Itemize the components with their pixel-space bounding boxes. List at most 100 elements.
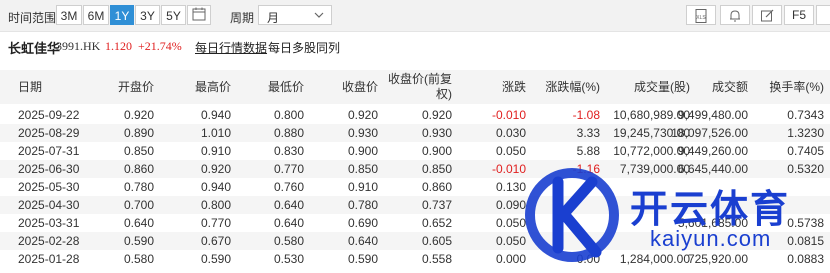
cell-high: 0.940 <box>200 108 231 122</box>
cell-turnover: 1.3230 <box>787 126 824 140</box>
cell-turnover: 0.0883 <box>787 252 824 266</box>
multi-compare-link[interactable]: 每日多股同列 <box>268 39 340 56</box>
cell-amount: 6,645,440.00 <box>677 162 748 176</box>
cell-change: -0.010 <box>491 108 526 122</box>
cell-amount: 9,499,480.00 <box>677 108 748 122</box>
col-change[interactable]: 涨跌 <box>502 80 526 95</box>
cell-open: 0.700 <box>123 198 154 212</box>
cell-turnover: 0.7405 <box>787 144 824 158</box>
range-3y-button[interactable]: 3Y <box>135 5 160 25</box>
cell-amount: 9,449,260.00 <box>677 144 748 158</box>
cell-volume: 1,284,000.00 <box>619 252 690 266</box>
table-row[interactable]: 2025-07-31 0.850 0.910 0.830 0.900 0.900… <box>0 142 830 160</box>
cell-close: 0.690 <box>347 216 378 230</box>
col-adj-close[interactable]: 收盘价(前复 权) <box>388 72 452 102</box>
col-open[interactable]: 开盘价 <box>118 80 154 95</box>
toolbar: 时间范围 3M 6M 1Y 3Y 5Y 周期 月 XLS F5 <box>0 0 830 32</box>
cell-high: 1.010 <box>200 126 231 140</box>
cell-adj: 0.652 <box>421 216 452 230</box>
table-row[interactable]: 2025-04-30 0.700 0.800 0.640 0.780 0.737… <box>0 196 830 214</box>
cell-low: 0.530 <box>273 252 304 266</box>
cell-open: 0.780 <box>123 180 154 194</box>
cell-low: 0.770 <box>273 162 304 176</box>
cell-adj: 0.930 <box>421 126 452 140</box>
range-1y-button[interactable]: 1Y <box>110 5 134 25</box>
cell-low: 0.800 <box>273 108 304 122</box>
cell-low: 0.580 <box>273 234 304 248</box>
cell-change: 0.050 <box>495 234 526 248</box>
col-change-pct[interactable]: 涨跌幅(%) <box>545 80 600 95</box>
cell-amount: 18,097,526.00 <box>671 126 748 140</box>
range-3m-button[interactable]: 3M <box>56 5 82 25</box>
cell-open: 0.890 <box>123 126 154 140</box>
cell-adj: 0.850 <box>421 162 452 176</box>
cell-amount: 5,601,685.00 <box>677 216 748 230</box>
col-volume[interactable]: 成交量(股) <box>634 80 690 95</box>
col-close[interactable]: 收盘价 <box>342 80 378 95</box>
calendar-icon[interactable] <box>187 5 211 25</box>
cell-adj: 0.605 <box>421 234 452 248</box>
more-icon[interactable] <box>816 5 830 25</box>
edit-icon[interactable] <box>752 5 782 25</box>
range-5y-button[interactable]: 5Y <box>161 5 186 25</box>
cell-open: 0.850 <box>123 144 154 158</box>
stock-code: 3991.HK <box>56 39 101 53</box>
cell-close: 0.900 <box>347 144 378 158</box>
cell-open: 0.580 <box>123 252 154 266</box>
cell-close: 0.930 <box>347 126 378 140</box>
range-6m-button[interactable]: 6M <box>83 5 109 25</box>
cell-close: 0.920 <box>347 108 378 122</box>
cell-change: 0.000 <box>495 252 526 266</box>
cell-date: 2025-01-28 <box>18 252 80 266</box>
table-row[interactable]: 2025-03-31 0.640 0.770 0.640 0.690 0.652… <box>0 214 830 232</box>
cell-adj: 0.920 <box>421 108 452 122</box>
stock-info-bar: 长虹佳华 3991.HK 1.120 +21.74% 每日行情数据 每日多股同列 <box>0 32 830 58</box>
col-turnover[interactable]: 换手率(%) <box>769 80 824 95</box>
period-select[interactable]: 月 <box>258 5 332 25</box>
table-row[interactable]: 2025-06-30 0.860 0.920 0.770 0.850 0.850… <box>0 160 830 178</box>
table-row[interactable]: 2025-05-30 0.780 0.940 0.760 0.910 0.860… <box>0 178 830 196</box>
bell-icon[interactable] <box>720 5 750 25</box>
time-range-label: 时间范围 <box>8 11 57 25</box>
table-row[interactable]: 2025-02-28 0.590 0.670 0.580 0.640 0.605… <box>0 232 830 250</box>
cell-date: 2025-03-31 <box>18 216 80 230</box>
cell-close: 0.780 <box>347 198 378 212</box>
cell-low: 0.830 <box>273 144 304 158</box>
col-amount[interactable]: 成交额 <box>712 80 748 95</box>
excel-export-icon[interactable]: XLS <box>686 5 716 25</box>
cell-turnover: 0.5320 <box>787 162 824 176</box>
col-high[interactable]: 最高价 <box>195 80 231 95</box>
cell-date: 2025-02-28 <box>18 234 80 248</box>
table-row[interactable]: 2025-08-29 0.890 1.010 0.880 0.930 0.930… <box>0 124 830 142</box>
cell-low: 0.640 <box>273 216 304 230</box>
table-header: 日期 开盘价 最高价 最低价 收盘价 收盘价(前复 权) 涨跌 涨跌幅(%) 成… <box>0 70 830 104</box>
cell-close: 0.850 <box>347 162 378 176</box>
daily-data-link[interactable]: 每日行情数据 <box>195 39 267 56</box>
chevron-down-icon <box>314 9 324 24</box>
cell-high: 0.670 <box>200 234 231 248</box>
cell-change-pct: 5.88 <box>576 144 600 158</box>
col-low[interactable]: 最低价 <box>268 80 304 95</box>
stock-change-pct: +21.74% <box>138 39 182 53</box>
cell-low: 0.880 <box>273 126 304 140</box>
cell-adj: 0.558 <box>421 252 452 266</box>
cell-adj: 0.900 <box>421 144 452 158</box>
table-row[interactable]: 2025-09-22 0.920 0.940 0.800 0.920 0.920… <box>0 106 830 124</box>
cell-date: 2025-07-31 <box>18 144 80 158</box>
cell-amount: 725,920.00 <box>687 252 748 266</box>
f5-refresh-button[interactable]: F5 <box>784 5 814 25</box>
period-label: 周期 <box>230 11 255 25</box>
col-date[interactable]: 日期 <box>18 80 42 95</box>
cell-change-pct: 3.33 <box>576 126 600 140</box>
cell-open: 0.860 <box>123 162 154 176</box>
cell-open: 0.920 <box>123 108 154 122</box>
cell-high: 0.940 <box>200 180 231 194</box>
cell-date: 2025-08-29 <box>18 126 80 140</box>
cell-high: 0.770 <box>200 216 231 230</box>
cell-change: 0.030 <box>495 126 526 140</box>
table-row[interactable]: 2025-01-28 0.580 0.590 0.530 0.590 0.558… <box>0 250 830 268</box>
cell-low: 0.760 <box>273 180 304 194</box>
cell-date: 2025-05-30 <box>18 180 80 194</box>
cell-turnover: 0.5738 <box>787 216 824 230</box>
cell-turnover: 0.7343 <box>787 108 824 122</box>
